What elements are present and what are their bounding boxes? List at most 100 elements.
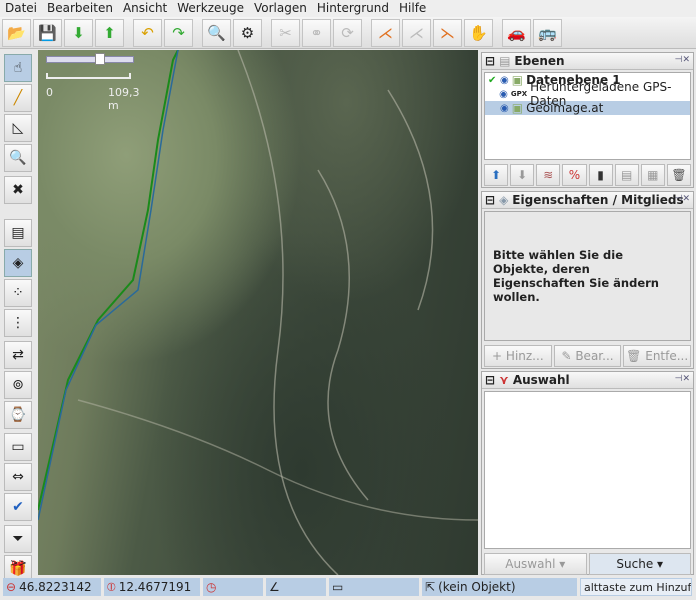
menu-bearbeiten[interactable]: Bearbeiten [42, 0, 118, 17]
move-up-button[interactable]: ⬆ [484, 164, 509, 186]
filter-tool[interactable]: ⊚ [4, 371, 32, 399]
add-tag-button[interactable]: + Hinz... [484, 345, 552, 367]
select-icon: ☝ [13, 60, 23, 76]
open-folder-button[interactable]: 📂 [2, 18, 31, 47]
object-field: ⇱ (kein Objekt) [422, 578, 577, 596]
download-button[interactable]: ⬇ [64, 18, 93, 47]
redo-button[interactable]: ↷ [164, 18, 193, 47]
menu-vorlagen[interactable]: Vorlagen [249, 0, 312, 17]
visibility-button[interactable]: % [562, 164, 587, 186]
relation-tool[interactable]: ⁘ [4, 279, 32, 307]
ruler-icon: ▭ [332, 580, 344, 594]
history-tool[interactable]: ⌚ [4, 401, 32, 429]
left-toolbar: ☝ ╱ ◺ 🔍 ✖ ▤ ◈ ⁘ ⋮ ⇄ ⊚ ⌚ ▭ ⇔ ✔ ⏷ 🎁 >> [0, 50, 37, 583]
visibility-eye-icon[interactable]: ◉ [500, 103, 509, 114]
check-tool[interactable]: ✔ [4, 493, 32, 521]
menu-datei[interactable]: Datei [0, 0, 42, 17]
highway-button[interactable]: ⋌ [371, 18, 400, 47]
scale-zero: 0 [46, 86, 53, 99]
delete-layer-button[interactable]: 🗑 [666, 164, 691, 186]
merge-button[interactable]: ▤ [614, 164, 639, 186]
opacity-button[interactable]: ▮ [588, 164, 613, 186]
preferences-button[interactable]: ⚙ [233, 18, 262, 47]
selection-icon: ⋎ [499, 373, 509, 387]
upload-button[interactable]: ⬆ [95, 18, 124, 47]
help-text: alttaste zum Hinzufü [580, 578, 692, 596]
path-button[interactable]: ⋌ [402, 18, 431, 47]
collapse-icon[interactable]: ⊟ [485, 193, 495, 207]
preferences-icon: ⚙ [240, 23, 255, 42]
measure-icon: ◺ [12, 120, 24, 136]
visibility-eye-icon[interactable]: ◉ [499, 89, 508, 100]
undo-button[interactable]: ↶ [133, 18, 162, 47]
undo-icon: ↶ [141, 23, 154, 42]
layer-item[interactable]: ◉ GPX Heruntergeladene GPS-Daten [485, 80, 690, 108]
selection-list[interactable] [484, 391, 691, 549]
activate-button[interactable]: ≋ [536, 164, 561, 186]
collapse-icon[interactable]: ⊟ [485, 54, 495, 68]
delete-tool[interactable]: ✖ [4, 176, 32, 204]
collapse-icon[interactable]: ⊟ [485, 373, 495, 387]
path-icon: ⋌ [409, 23, 424, 42]
scale-label: 109,3 m [108, 86, 140, 112]
more-tools-button[interactable]: >> [10, 558, 27, 569]
duplicate-button[interactable]: ▦ [640, 164, 665, 186]
status-bar: ⊖ 46.8223142 ⦶ 12.4677191 ◷ ∠ ▭ ⇱ (kein Obj… [0, 578, 696, 598]
latitude-value: 46.8223142 [19, 580, 92, 594]
combine-way-icon: ⚭ [310, 23, 323, 42]
auswahl-label: Auswahl [505, 557, 556, 571]
selection-list-tool[interactable]: ⋮ [4, 309, 32, 337]
edit-tag-button[interactable]: ✎ Bear... [553, 345, 622, 367]
dock-close-icon[interactable]: ⊣✕ [675, 374, 690, 384]
zoom-preview-icon: 🔍 [207, 23, 226, 42]
split-way-button[interactable]: ✂ [271, 18, 300, 47]
longitude-icon: ⦶ [107, 579, 116, 594]
object-value: (kein Objekt) [438, 580, 516, 594]
longitude-value: 12.4677191 [118, 580, 192, 594]
angle-field: ∠ [266, 578, 326, 596]
distance-field: ▭ [329, 578, 419, 596]
reverse-button[interactable]: ⟳ [333, 18, 362, 47]
menu-hintergrund[interactable]: Hintergrund [312, 0, 394, 17]
zoom-slider[interactable] [46, 53, 134, 65]
highway-icon: ⋌ [378, 23, 393, 42]
validator-icon: ⇔ [12, 469, 24, 485]
measure-tool[interactable]: ◺ [4, 114, 32, 142]
visibility-eye-icon[interactable]: ◉ [500, 75, 509, 86]
delete-tag-button[interactable]: 🗑 Entfe... [623, 345, 692, 367]
validator-tool[interactable]: ⇔ [4, 463, 32, 491]
hint-text: alttaste zum Hinzufü [584, 580, 692, 594]
draw-tool[interactable]: ╱ [4, 84, 32, 112]
author-tool[interactable]: ▭ [4, 433, 32, 461]
zoom-tool[interactable]: 🔍 [4, 144, 32, 172]
dock-close-icon[interactable]: ⊣✕ [675, 194, 690, 204]
delete-icon: ✖ [12, 182, 24, 198]
dock-close-icon[interactable]: ⊣✕ [675, 55, 690, 65]
junction-button[interactable]: ⋋ [433, 18, 462, 47]
tag-icon: ◈ [499, 193, 509, 207]
menu-werkzeuge[interactable]: Werkzeuge [172, 0, 249, 17]
menu-ansicht[interactable]: Ansicht [118, 0, 172, 17]
bus-button[interactable]: 🚌 [533, 18, 562, 47]
conflict-tool[interactable]: ⇄ [4, 341, 32, 369]
edit-icon: ✎ [561, 349, 572, 363]
auswahl-button[interactable]: Auswahl ▾ [484, 553, 587, 575]
save-button[interactable]: 💾 [33, 18, 62, 47]
layer-type-icon: ▣ [511, 101, 524, 115]
funnel-icon: ⏷ [12, 531, 24, 547]
tag-tool[interactable]: ◈ [4, 249, 32, 277]
menu-hilfe[interactable]: Hilfe [394, 0, 431, 17]
funnel-tool[interactable]: ⏷ [4, 525, 32, 553]
move-down-button[interactable]: ⬇ [510, 164, 535, 186]
car-button[interactable]: 🚗 [502, 18, 531, 47]
hand-button[interactable]: ✋ [464, 18, 493, 47]
zoom-scale[interactable]: 0 109,3 m [46, 53, 140, 112]
zoom-preview-button[interactable]: 🔍 [202, 18, 231, 47]
combine-way-button[interactable]: ⚭ [302, 18, 331, 47]
layers-tool[interactable]: ▤ [4, 219, 32, 247]
main-toolbar: 📂 💾 ⬇ ⬆ ↶ ↷ 🔍 ⚙ ✂ ⚭ ⟳ ⋌ ⋌ ⋋ ✋ 🚗 🚌 [0, 17, 696, 49]
search-button[interactable]: Suche ▾ [588, 553, 691, 575]
properties-title: Eigenschaften / Mitglieds [512, 193, 684, 207]
select-tool[interactable]: ☝ [4, 54, 32, 82]
map-view[interactable]: 0 109,3 m [38, 50, 478, 575]
